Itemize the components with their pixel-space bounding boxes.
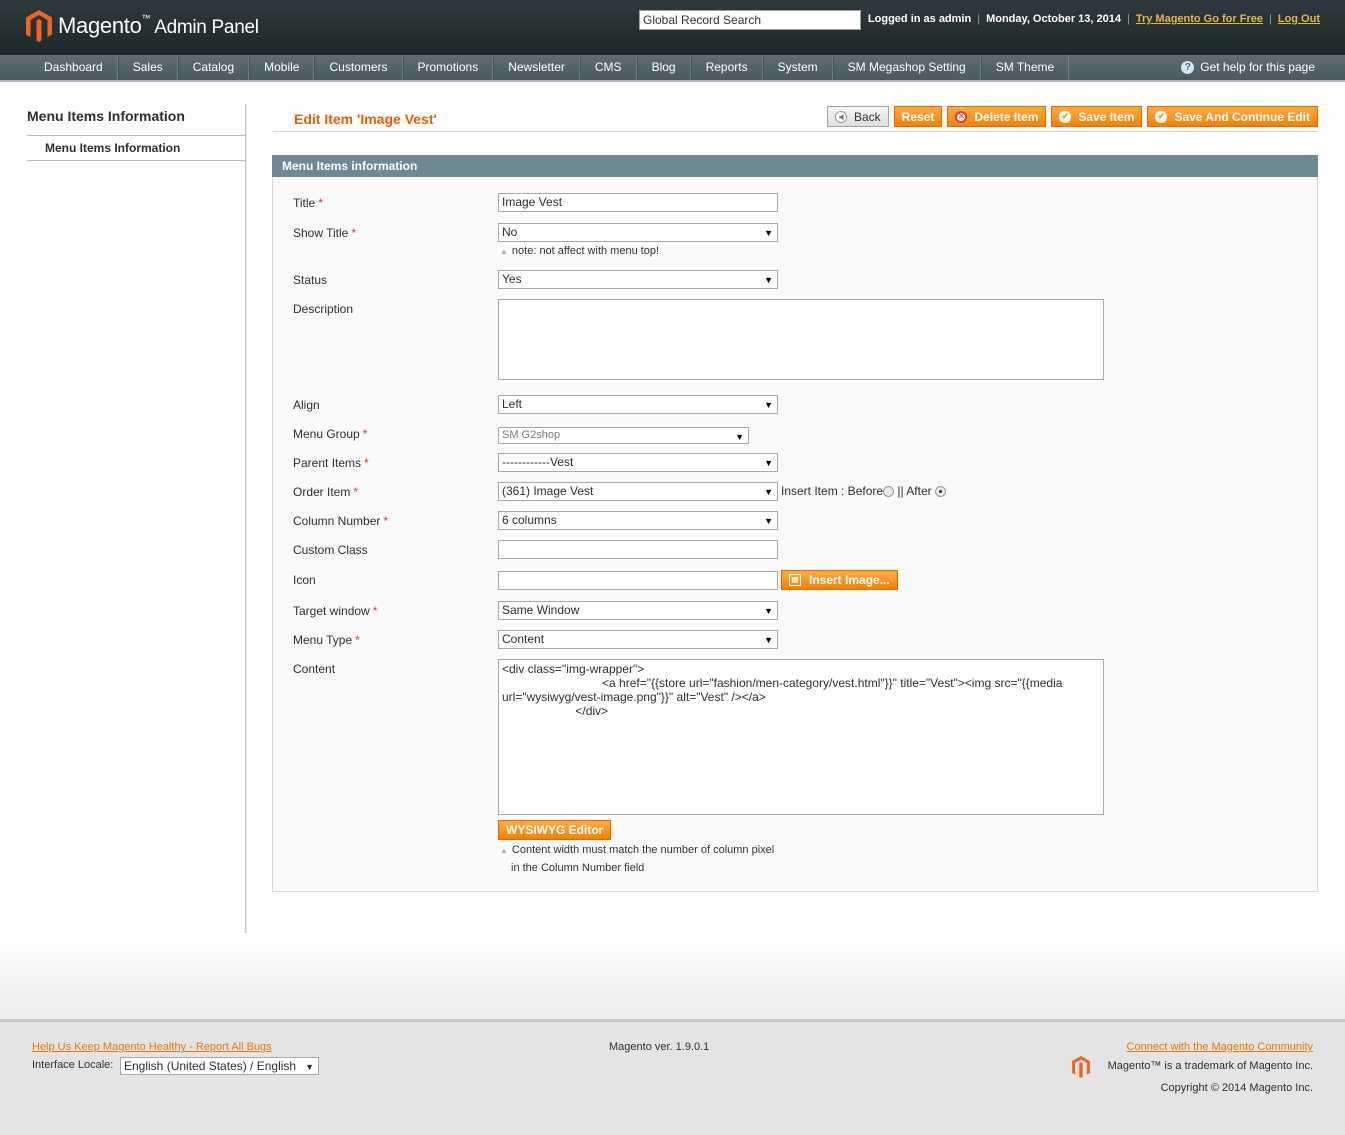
locale-label: Interface Locale: bbox=[32, 1059, 114, 1071]
insert-position: Insert Item : Before || After bbox=[781, 484, 946, 498]
order-item-label: Order Item * bbox=[293, 485, 359, 499]
nav-mobile[interactable]: Mobile bbox=[249, 55, 315, 80]
order-item-select[interactable]: (361) Image Vest bbox=[498, 482, 778, 501]
content-textarea[interactable]: <div class="img-wrapper"> <a href="{{sto… bbox=[498, 659, 1104, 815]
parent-items-label: Parent Items * bbox=[293, 456, 369, 470]
sidebar-divider-highlight bbox=[246, 104, 247, 933]
content-label: Content bbox=[293, 662, 336, 676]
sidebar-tab-menu-items-information[interactable]: Menu Items Information bbox=[27, 138, 246, 161]
nav-system[interactable]: System bbox=[762, 55, 833, 80]
menu-type-select[interactable]: Content bbox=[498, 630, 778, 649]
page-footer bbox=[0, 1019, 1345, 1135]
show-title-note: note: not affect with menu top! bbox=[500, 245, 659, 257]
title-label: Title * bbox=[293, 196, 323, 210]
column-number-label: Column Number * bbox=[293, 514, 389, 528]
back-button-label: Back bbox=[853, 109, 881, 124]
magento-footer-logo-icon bbox=[1072, 1056, 1090, 1078]
target-window-select[interactable]: Same Window bbox=[498, 601, 778, 620]
page-header: Magento™Admin Panel Logged in as admin |… bbox=[0, 0, 1345, 55]
icon-input[interactable] bbox=[498, 571, 778, 590]
back-button[interactable]: ◀ Back bbox=[826, 106, 889, 127]
insert-after-label: || After bbox=[897, 484, 932, 498]
logged-in-text: Logged in as admin bbox=[867, 13, 972, 25]
show-title-select[interactable]: No bbox=[498, 223, 778, 242]
insert-image-button[interactable]: ▦ Insert Image... bbox=[781, 570, 898, 590]
description-textarea[interactable] bbox=[498, 299, 1104, 380]
custom-class-label: Custom Class bbox=[293, 543, 368, 557]
show-title-label: Show Title * bbox=[293, 226, 357, 240]
magento-logo-icon bbox=[26, 10, 52, 42]
nav-blog[interactable]: Blog bbox=[636, 55, 691, 80]
date-text: Monday, October 13, 2014 bbox=[986, 13, 1121, 25]
title-input[interactable]: Image Vest bbox=[498, 193, 778, 212]
help-link[interactable]: ? Get help for this page bbox=[1181, 55, 1315, 80]
save-item-button[interactable]: ✔ Save Item bbox=[1051, 106, 1143, 127]
custom-class-input[interactable] bbox=[498, 540, 778, 559]
magento-logo[interactable]: Magento™ Admin Panel bbox=[26, 10, 259, 42]
help-icon: ? bbox=[1181, 61, 1195, 74]
insert-before-label: Insert Item : Before bbox=[781, 484, 884, 498]
column-number-select[interactable]: 6 columns bbox=[498, 511, 778, 530]
nav-sales[interactable]: Sales bbox=[117, 55, 178, 80]
menu-group-label: Menu Group * bbox=[293, 427, 368, 441]
help-text: Get help for this page bbox=[1200, 60, 1315, 74]
nav-promotions[interactable]: Promotions bbox=[402, 55, 494, 80]
target-window-label: Target window * bbox=[293, 604, 378, 618]
nav-customers[interactable]: Customers bbox=[314, 55, 403, 80]
insert-image-label: Insert Image... bbox=[809, 573, 890, 587]
report-bugs-link[interactable]: Help Us Keep Magento Healthy - Report Al… bbox=[32, 1041, 272, 1053]
save-button-label: Save Item bbox=[1078, 109, 1135, 124]
copyright-text: Copyright © 2014 Magento Inc. bbox=[1160, 1082, 1313, 1094]
menu-type-label: Menu Type * bbox=[293, 633, 360, 647]
parent-items-select[interactable]: ------------Vest bbox=[498, 453, 778, 472]
nav-reports[interactable]: Reports bbox=[690, 55, 763, 80]
logo-text: Magento bbox=[58, 13, 142, 38]
logo-subtitle: Admin Panel bbox=[154, 17, 259, 38]
version-text: Magento ver. 1.9.0.1 bbox=[609, 1041, 710, 1053]
try-magento-link[interactable]: Try Magento Go for Free bbox=[1136, 13, 1263, 25]
align-select[interactable]: Left bbox=[498, 395, 778, 414]
status-select[interactable]: Yes bbox=[498, 270, 778, 289]
page-title: Edit Item 'Image Vest' bbox=[294, 111, 437, 127]
nav-dashboard[interactable]: Dashboard bbox=[30, 55, 118, 80]
insert-after-radio[interactable] bbox=[934, 486, 946, 497]
reset-button-label: Reset bbox=[901, 109, 935, 124]
content-note-continued: in the Column Number field bbox=[511, 862, 645, 874]
checkmark-icon: ✔ bbox=[1155, 110, 1168, 123]
reset-button[interactable]: Reset bbox=[893, 106, 943, 127]
community-link[interactable]: Connect with the Magento Community bbox=[1127, 1041, 1313, 1053]
content-note: Content width must match the number of c… bbox=[500, 844, 774, 856]
global-search-input[interactable] bbox=[639, 10, 861, 30]
wysiwyg-editor-button[interactable]: WYSIWYG Editor bbox=[498, 820, 612, 840]
save-and-continue-button[interactable]: ✔ Save And Continue Edit bbox=[1147, 106, 1318, 127]
image-icon: ▦ bbox=[789, 574, 801, 586]
insert-before-radio[interactable] bbox=[883, 486, 895, 497]
nav-sm-megashop-setting[interactable]: SM Megashop Setting bbox=[832, 55, 981, 80]
section-header: Menu Items information bbox=[272, 155, 1318, 177]
sidebar-title: Menu Items Information bbox=[27, 108, 246, 136]
menu-group-select: SM G2shop bbox=[498, 427, 749, 445]
icon-label: Icon bbox=[293, 573, 316, 587]
header-links: Logged in as admin | Monday, October 13,… bbox=[867, 13, 1320, 25]
description-label: Description bbox=[293, 302, 354, 316]
save-continue-button-label: Save And Continue Edit bbox=[1174, 109, 1310, 124]
delete-button-label: Delete Item bbox=[974, 109, 1039, 124]
checkmark-icon: ✔ bbox=[1059, 110, 1072, 123]
nav-cms[interactable]: CMS bbox=[579, 55, 637, 80]
delete-item-button[interactable]: ✕ Delete Item bbox=[947, 106, 1047, 127]
back-arrow-icon: ◀ bbox=[834, 110, 847, 123]
delete-icon: ✕ bbox=[955, 110, 968, 123]
locale-select[interactable]: English (United States) / English bbox=[120, 1057, 319, 1075]
action-buttons: ◀ Back Reset ✕ Delete Item ✔ Save Item ✔… bbox=[822, 106, 1318, 127]
main-nav: Dashboard Sales Catalog Mobile Customers… bbox=[0, 55, 1345, 82]
nav-sm-theme[interactable]: SM Theme bbox=[980, 55, 1070, 80]
nav-newsletter[interactable]: Newsletter bbox=[493, 55, 580, 80]
logout-link[interactable]: Log Out bbox=[1278, 13, 1320, 25]
status-label: Status bbox=[293, 273, 328, 287]
footer-gradient bbox=[0, 933, 1345, 1019]
align-label: Align bbox=[293, 398, 320, 412]
nav-catalog[interactable]: Catalog bbox=[177, 55, 250, 80]
trademark-text: Magento™ is a trademark of Magento Inc. bbox=[1107, 1060, 1313, 1072]
